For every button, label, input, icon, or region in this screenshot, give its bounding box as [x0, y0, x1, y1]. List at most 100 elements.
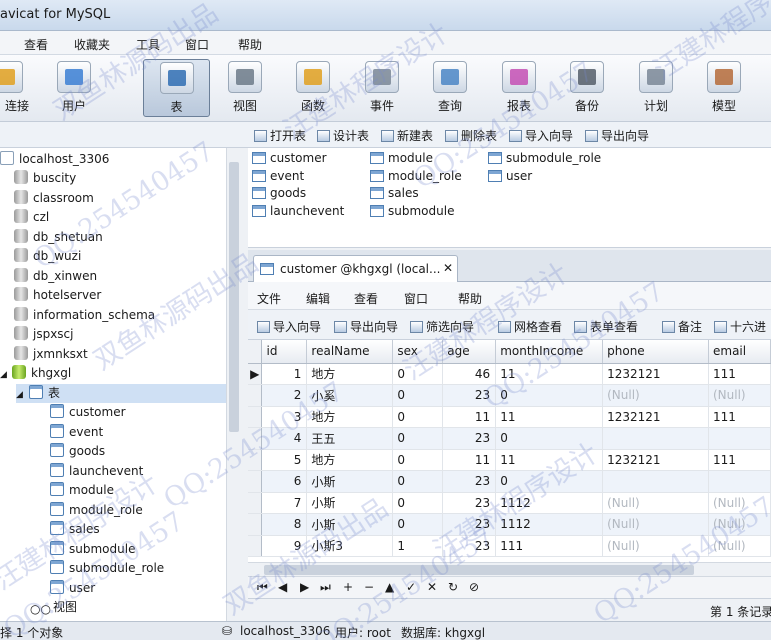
- tree-db-jspxscj[interactable]: jspxscj: [14, 325, 74, 344]
- import-wizard-button[interactable]: 导入向导: [509, 127, 573, 144]
- cell-age[interactable]: 23: [442, 535, 497, 557]
- refresh-icon[interactable]: ↻: [448, 580, 458, 594]
- tree-db-jxmnksxt[interactable]: jxmnksxt: [14, 345, 88, 364]
- close-tab-icon[interactable]: ✕: [443, 261, 453, 275]
- table-row[interactable]: 2 小奚 0 23 0 (Null) (Null): [248, 384, 771, 407]
- grid-horizontal-scrollbar[interactable]: [248, 562, 771, 576]
- edit-record-icon[interactable]: ▲: [385, 580, 394, 594]
- cell-realname[interactable]: 王五: [306, 427, 394, 450]
- row-indicator[interactable]: [248, 470, 263, 493]
- table-row[interactable]: 8 小斯 0 23 1112 (Null) (Null): [248, 513, 771, 536]
- tree-db-buscity[interactable]: buscity: [14, 169, 76, 188]
- editor-import-button[interactable]: 导入向导: [257, 318, 321, 335]
- cell-email[interactable]: (Null): [708, 492, 771, 514]
- toolbar-view-button[interactable]: 视图: [215, 59, 275, 117]
- object-item[interactable]: sales: [370, 185, 419, 202]
- tree-table-module-role[interactable]: module_role: [50, 501, 143, 520]
- cell-monthincome[interactable]: 11: [495, 449, 604, 471]
- menu-window[interactable]: 窗口: [185, 36, 209, 53]
- toolbar-model-button[interactable]: 模型: [694, 59, 754, 117]
- cell-id[interactable]: 7: [261, 492, 308, 514]
- cell-email[interactable]: [708, 470, 771, 493]
- discard-changes-icon[interactable]: ✕: [427, 580, 437, 594]
- tree-db-shetuan[interactable]: db_shetuan: [14, 228, 103, 247]
- cell-id[interactable]: 8: [261, 513, 308, 536]
- last-record-icon[interactable]: ⏭: [320, 580, 331, 595]
- design-table-button[interactable]: 设计表: [317, 127, 369, 144]
- stop-icon[interactable]: ⊘: [469, 580, 479, 594]
- cell-email[interactable]: 111: [708, 363, 771, 385]
- table-row[interactable]: 7 小斯 0 23 1112 (Null) (Null): [248, 492, 771, 514]
- cell-age[interactable]: 46: [442, 363, 497, 385]
- toolbar-report-button[interactable]: 报表: [489, 59, 549, 117]
- table-row[interactable]: 4 王五 0 23 0: [248, 427, 771, 450]
- tree-table-submodule[interactable]: submodule: [50, 540, 135, 559]
- editor-menu-file[interactable]: 文件: [257, 290, 281, 307]
- tree-table-event[interactable]: event: [50, 423, 103, 442]
- new-table-button[interactable]: 新建表: [381, 127, 433, 144]
- toolbar-function-button[interactable]: 函数: [283, 59, 343, 117]
- cell-realname[interactable]: 小斯: [306, 513, 394, 536]
- apply-changes-icon[interactable]: ✓: [406, 580, 416, 594]
- row-indicator[interactable]: [248, 427, 263, 450]
- menu-view[interactable]: 查看: [24, 36, 48, 53]
- cell-id[interactable]: 4: [261, 427, 308, 450]
- tree-connection[interactable]: localhost_3306: [0, 150, 109, 169]
- tree-db-czl[interactable]: czl: [14, 208, 49, 227]
- cell-monthincome[interactable]: 1112: [495, 513, 604, 536]
- cell-sex[interactable]: 0: [392, 363, 444, 385]
- row-indicator[interactable]: [248, 492, 263, 514]
- cell-age[interactable]: 11: [442, 406, 497, 428]
- cell-sex[interactable]: 0: [392, 449, 444, 471]
- cell-realname[interactable]: 地方: [306, 363, 394, 385]
- table-row[interactable]: 9 小斯3 1 23 111 (Null) (Null): [248, 535, 771, 557]
- cell-monthincome[interactable]: 11: [495, 406, 604, 428]
- object-item[interactable]: submodule_role: [488, 150, 601, 167]
- row-indicator[interactable]: [248, 406, 263, 428]
- cell-age[interactable]: 23: [442, 427, 497, 450]
- menu-tools[interactable]: 工具: [136, 36, 160, 53]
- column-header-sex[interactable]: sex: [392, 340, 444, 364]
- table-row[interactable]: 3 地方 0 11 11 1232121 111: [248, 406, 771, 428]
- tree-db-wuzi[interactable]: db_wuzi: [14, 247, 81, 266]
- cell-age[interactable]: 23: [442, 492, 497, 514]
- editor-menu-edit[interactable]: 编辑: [306, 290, 330, 307]
- cell-phone[interactable]: 1232121: [602, 449, 709, 471]
- cell-email[interactable]: (Null): [708, 513, 771, 536]
- cell-realname[interactable]: 小斯: [306, 492, 394, 514]
- column-header-age[interactable]: age: [442, 340, 497, 364]
- cell-phone[interactable]: 1232121: [602, 406, 709, 428]
- collapse-arrow-icon[interactable]: ◢: [0, 366, 12, 385]
- menu-help[interactable]: 帮助: [238, 36, 262, 53]
- tree-table-launchevent[interactable]: launchevent: [50, 462, 143, 481]
- column-header-email[interactable]: email: [708, 340, 771, 364]
- column-header-phone[interactable]: phone: [602, 340, 709, 364]
- cell-sex[interactable]: 0: [392, 427, 444, 450]
- cell-age[interactable]: 23: [442, 470, 497, 493]
- object-item[interactable]: goods: [252, 185, 306, 202]
- toolbar-schedule-button[interactable]: 计划: [626, 59, 686, 117]
- cell-id[interactable]: 6: [261, 470, 308, 493]
- cell-id[interactable]: 9: [261, 535, 308, 557]
- delete-record-icon[interactable]: −: [364, 580, 374, 594]
- tree-db-hotelserver[interactable]: hotelserver: [14, 286, 101, 305]
- object-item[interactable]: customer: [252, 150, 327, 167]
- previous-record-icon[interactable]: ◀: [278, 580, 287, 594]
- cell-realname[interactable]: 小斯3: [306, 535, 394, 557]
- tree-db-xinwen[interactable]: db_xinwen: [14, 267, 97, 286]
- toolbar-connect-button[interactable]: 连接: [0, 59, 36, 117]
- next-record-icon[interactable]: ▶: [300, 580, 309, 594]
- tree-tables-folder[interactable]: ◢ 表: [16, 384, 226, 403]
- grid-view-button[interactable]: 网格查看: [498, 318, 562, 335]
- cell-monthincome[interactable]: 0: [495, 427, 604, 450]
- row-indicator[interactable]: ▶: [248, 363, 263, 385]
- cell-phone[interactable]: [602, 470, 709, 493]
- toolbar-backup-button[interactable]: 备份: [557, 59, 617, 117]
- cell-sex[interactable]: 0: [392, 492, 444, 514]
- first-record-icon[interactable]: ⏮: [257, 580, 268, 595]
- editor-export-button[interactable]: 导出向导: [334, 318, 398, 335]
- object-item[interactable]: event: [252, 168, 304, 185]
- grid-scrollbar-thumb[interactable]: [264, 565, 694, 575]
- cell-sex[interactable]: 0: [392, 406, 444, 428]
- memo-button[interactable]: 备注: [662, 318, 702, 335]
